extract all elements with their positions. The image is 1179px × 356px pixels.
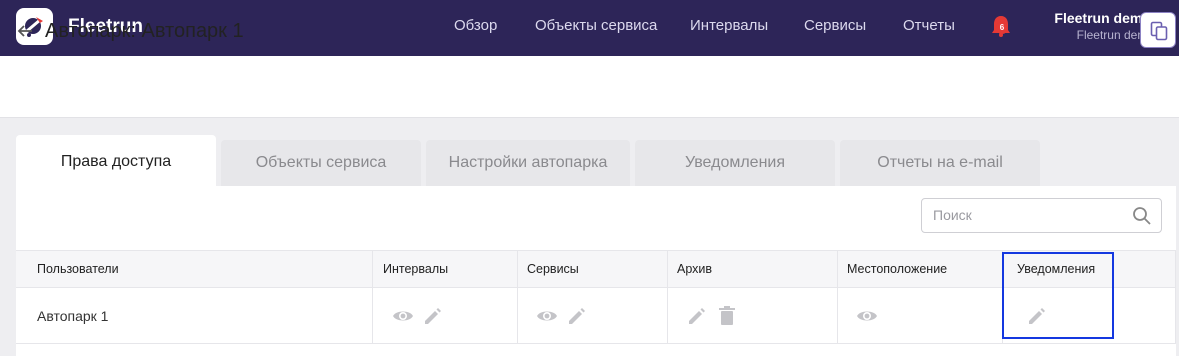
column-header-services[interactable]: Сервисы	[527, 262, 579, 276]
column-divider	[667, 251, 668, 343]
column-header-location[interactable]: Местоположение	[847, 262, 947, 276]
row-divider	[16, 343, 1176, 344]
column-header-users[interactable]: Пользователи	[37, 262, 119, 276]
search-input[interactable]	[933, 207, 1123, 223]
column-divider	[372, 251, 373, 343]
nav-intervals[interactable]: Интервалы	[690, 17, 768, 34]
tab-access-rights[interactable]: Права доступа	[16, 135, 216, 186]
page-header	[0, 56, 1179, 118]
tab-fleet-settings[interactable]: Настройки автопарка	[426, 140, 630, 186]
notification-badge: 6	[996, 22, 1008, 34]
eye-icon[interactable]	[856, 305, 878, 327]
pencil-icon[interactable]	[686, 305, 708, 327]
column-header-archive[interactable]: Архив	[677, 262, 712, 276]
pencil-icon[interactable]	[1026, 305, 1048, 327]
column-divider	[1002, 251, 1003, 343]
nav-overview[interactable]: Обзор	[454, 17, 497, 34]
pencil-icon[interactable]	[422, 305, 444, 327]
column-divider	[517, 251, 518, 343]
back-arrow-icon[interactable]	[16, 22, 34, 40]
column-header-notifications[interactable]: Уведомления	[1017, 262, 1095, 276]
column-divider	[1175, 251, 1176, 343]
copy-button[interactable]	[1140, 12, 1176, 48]
page-title: Автопарк: Автопарк 1	[45, 20, 244, 42]
nav-service-objects[interactable]: Объекты сервиса	[535, 17, 657, 34]
table-row-user: Автопарк 1	[37, 308, 109, 324]
copy-icon	[1150, 21, 1168, 41]
eye-icon[interactable]	[536, 305, 558, 327]
eye-icon[interactable]	[392, 305, 414, 327]
tab-email-reports[interactable]: Отчеты на e-mail	[840, 140, 1040, 186]
pencil-icon[interactable]	[566, 305, 588, 327]
column-header-intervals[interactable]: Интервалы	[383, 262, 448, 276]
tab-service-objects[interactable]: Объекты сервиса	[221, 140, 421, 186]
tab-notifications[interactable]: Уведомления	[635, 140, 835, 186]
search-icon[interactable]	[1132, 206, 1152, 226]
trash-icon[interactable]	[716, 305, 738, 327]
nav-reports[interactable]: Отчеты	[903, 17, 955, 34]
column-divider	[837, 251, 838, 343]
search-box[interactable]	[921, 198, 1162, 233]
nav-services[interactable]: Сервисы	[804, 17, 866, 34]
